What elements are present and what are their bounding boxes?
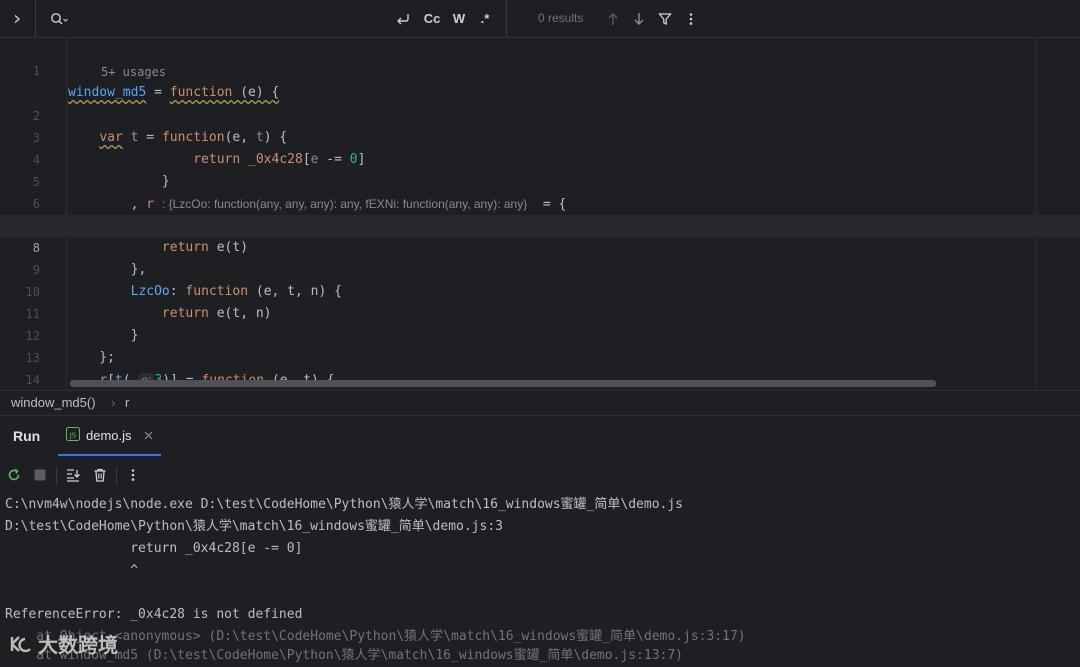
code-line: 9 LzcOo: function (e, t, n) {	[0, 237, 1080, 299]
watermark-text: 大数跨境	[38, 635, 118, 657]
clear-all-trash-icon[interactable]	[88, 463, 112, 487]
run-tool-window: Run JS demo.js C:\nvm4w\nodejs\node.exe …	[0, 415, 1080, 664]
more-options-icon[interactable]	[121, 463, 145, 487]
stop-icon[interactable]	[28, 463, 52, 487]
previous-occurrence-icon[interactable]	[602, 0, 624, 37]
run-panel-title: Run	[13, 428, 41, 444]
toolbar-divider	[56, 467, 57, 485]
usages-hint[interactable]: 5+ usages	[101, 61, 166, 83]
code-line: 6 fEXNi: function (e, t) {	[0, 171, 1080, 233]
line-number: 1	[32, 64, 40, 78]
expand-replace-chevron-icon[interactable]	[6, 0, 28, 37]
code-line: 3 return _0x4c28[e -= 0]	[0, 105, 1080, 167]
console-line: C:\nvm4w\nodejs\node.exe D:\test\CodeHom…	[5, 497, 683, 512]
breadcrumb: window_md5() › r	[0, 390, 1080, 415]
code-line-current: 8 },	[0, 215, 1080, 277]
filter-icon[interactable]	[654, 0, 676, 37]
whole-words-button[interactable]: W	[448, 0, 470, 37]
scroll-to-end-icon[interactable]	[61, 463, 85, 487]
code-editor[interactable]: 1 window_md5 = function (e) { 5+ usages …	[0, 38, 1080, 390]
more-options-icon[interactable]	[680, 0, 702, 37]
code-line: 1 window_md5 = function (e) {	[0, 38, 1080, 100]
code-line: 14 return e(t)	[0, 347, 1080, 387]
close-tab-icon[interactable]	[144, 428, 153, 443]
rerun-icon[interactable]	[2, 463, 26, 487]
code-line: 11 }	[0, 281, 1080, 343]
match-case-button[interactable]: Cc	[421, 0, 443, 37]
code-line: 10 return e(t, n)	[0, 259, 1080, 321]
horizontal-scrollbar[interactable]	[70, 380, 936, 387]
console-line[interactable]: D:\test\CodeHome\Python\猿人学\match\16_win…	[5, 516, 503, 538]
divider	[506, 0, 507, 37]
run-tabs-bar: Run JS demo.js	[0, 416, 1080, 456]
code-line: 4 }	[0, 127, 1080, 189]
search-input[interactable]	[75, 6, 385, 30]
search-history-icon[interactable]	[48, 0, 70, 37]
tab-label: demo.js	[86, 427, 132, 443]
watermark-logo-icon	[10, 635, 31, 652]
breadcrumb-item-function[interactable]: window_md5()	[11, 391, 96, 415]
divider	[35, 0, 36, 37]
breadcrumb-separator: ›	[111, 395, 116, 410]
console-line: return _0x4c28[e -= 0]	[5, 541, 303, 556]
console-output[interactable]: C:\nvm4w\nodejs\node.exe D:\test\CodeHom…	[0, 494, 1080, 664]
run-toolbar	[0, 457, 1080, 493]
code-line: 12 };	[0, 303, 1080, 365]
console-error-line: ReferenceError: _0x4c28 is not defined	[5, 607, 303, 622]
svg-text:JS: JS	[69, 431, 77, 439]
watermark-logo: 大数跨境	[8, 629, 118, 658]
search-results-count: 0 results	[538, 11, 584, 25]
regex-button[interactable]: .*	[474, 0, 496, 37]
console-line: ^	[5, 563, 139, 578]
find-bar: Cc W .* 0 results	[0, 0, 1080, 38]
code-line: 2 var t = function(e, t) {	[0, 83, 1080, 145]
toolbar-divider	[116, 467, 117, 485]
code-line: 13 r[t( e:3)] = function (e, t) {	[0, 325, 1080, 388]
breadcrumb-item-variable[interactable]: r	[125, 391, 129, 415]
js-icon: JS	[66, 426, 80, 444]
tab-demo-js[interactable]: JS demo.js	[58, 416, 161, 456]
next-occurrence-icon[interactable]	[628, 0, 650, 37]
code-line: 7 return e(t)	[0, 193, 1080, 255]
code-line: 5 , r : {LzcOo: function(any, any, any):…	[0, 149, 1080, 212]
preserve-newlines-icon[interactable]	[392, 0, 414, 37]
